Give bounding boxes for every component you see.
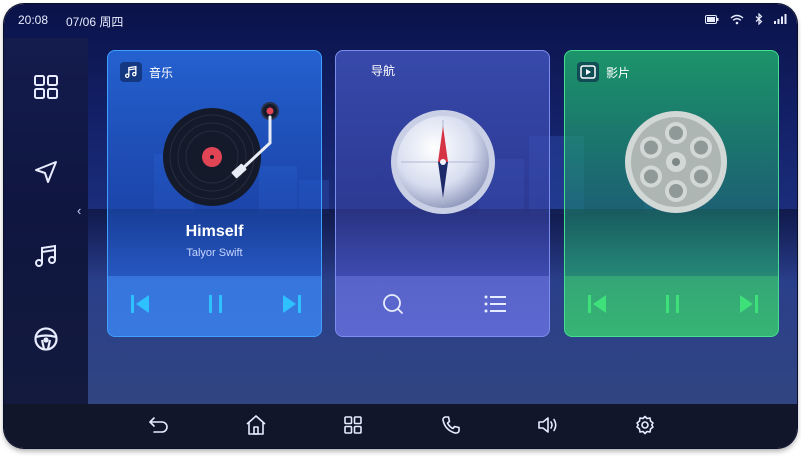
music-controls	[108, 276, 321, 336]
dock-settings-button[interactable]	[633, 415, 657, 439]
sidebar: ‹	[4, 38, 88, 404]
video-next-button[interactable]	[735, 292, 763, 320]
navigation-controls	[336, 276, 549, 336]
list-icon	[483, 294, 507, 319]
clock-date: 07/06 周四	[66, 15, 124, 29]
video-card[interactable]: 影片	[564, 50, 779, 337]
apps-icon	[343, 415, 363, 440]
video-controls	[565, 276, 778, 336]
video-pause-button[interactable]	[659, 292, 687, 320]
navigation-card[interactable]: 导航	[335, 50, 550, 337]
navigation-arrow-icon	[33, 159, 59, 190]
battery-icon	[705, 14, 719, 24]
music-note-icon	[33, 243, 59, 274]
music-next-button[interactable]	[278, 292, 306, 320]
sidebar-item-driving[interactable]	[31, 326, 61, 356]
status-icons	[705, 13, 787, 25]
song-title: Himself	[185, 223, 244, 240]
navigation-list-button[interactable]	[481, 292, 509, 320]
video-previous-button[interactable]	[583, 292, 611, 320]
navigation-search-button[interactable]	[379, 292, 407, 320]
dock-phone-button[interactable]	[439, 415, 463, 439]
home-icon	[245, 414, 267, 441]
bottom-dock	[4, 404, 797, 448]
steering-wheel-icon	[33, 326, 59, 357]
pause-icon	[206, 293, 226, 320]
sidebar-item-music[interactable]	[31, 243, 61, 273]
sidebar-collapse-button[interactable]: ‹	[77, 203, 81, 218]
music-note-icon	[120, 62, 142, 82]
navigation-card-header: 导航	[371, 62, 395, 79]
status-bar: 20:08 07/06 周四	[4, 4, 797, 38]
clock-time: 20:08	[18, 13, 49, 27]
vinyl-record-icon	[163, 102, 279, 206]
settings-icon	[635, 415, 655, 440]
music-card-title: 音乐	[149, 65, 174, 80]
music-pause-button[interactable]	[202, 292, 230, 320]
dock-apps-button[interactable]	[341, 415, 365, 439]
video-card-title: 影片	[606, 65, 631, 80]
sidebar-item-navigation[interactable]	[31, 159, 61, 189]
bluetooth-icon	[755, 13, 763, 25]
search-icon	[381, 292, 405, 321]
video-card-header: 影片	[577, 62, 630, 82]
music-card[interactable]: 音乐 Himself Talyor Swift	[107, 50, 322, 337]
compass-icon	[391, 110, 495, 214]
next-icon	[281, 293, 303, 320]
song-artist: Talyor Swift	[186, 247, 243, 259]
volume-icon	[537, 415, 559, 440]
phone-icon	[441, 415, 461, 440]
sidebar-item-apps[interactable]	[31, 74, 61, 104]
navigation-card-title: 导航	[371, 64, 396, 78]
film-reel-icon	[625, 111, 727, 213]
apps-grid-icon	[33, 74, 59, 105]
signal-icon	[774, 14, 787, 24]
wifi-icon	[730, 14, 744, 25]
music-card-header: 音乐	[120, 62, 173, 82]
next-icon	[738, 293, 760, 320]
pause-icon	[663, 293, 683, 320]
back-icon	[148, 415, 170, 440]
dock-volume-button[interactable]	[536, 415, 560, 439]
music-previous-button[interactable]	[126, 292, 154, 320]
dock-home-button[interactable]	[244, 414, 268, 441]
car-screen: 20:08 07/06 周四 ‹ 音乐 Himself Talyor Swift…	[4, 4, 797, 448]
play-box-icon	[577, 62, 599, 82]
dock-back-button[interactable]	[147, 415, 171, 439]
previous-icon	[586, 293, 608, 320]
previous-icon	[129, 293, 151, 320]
